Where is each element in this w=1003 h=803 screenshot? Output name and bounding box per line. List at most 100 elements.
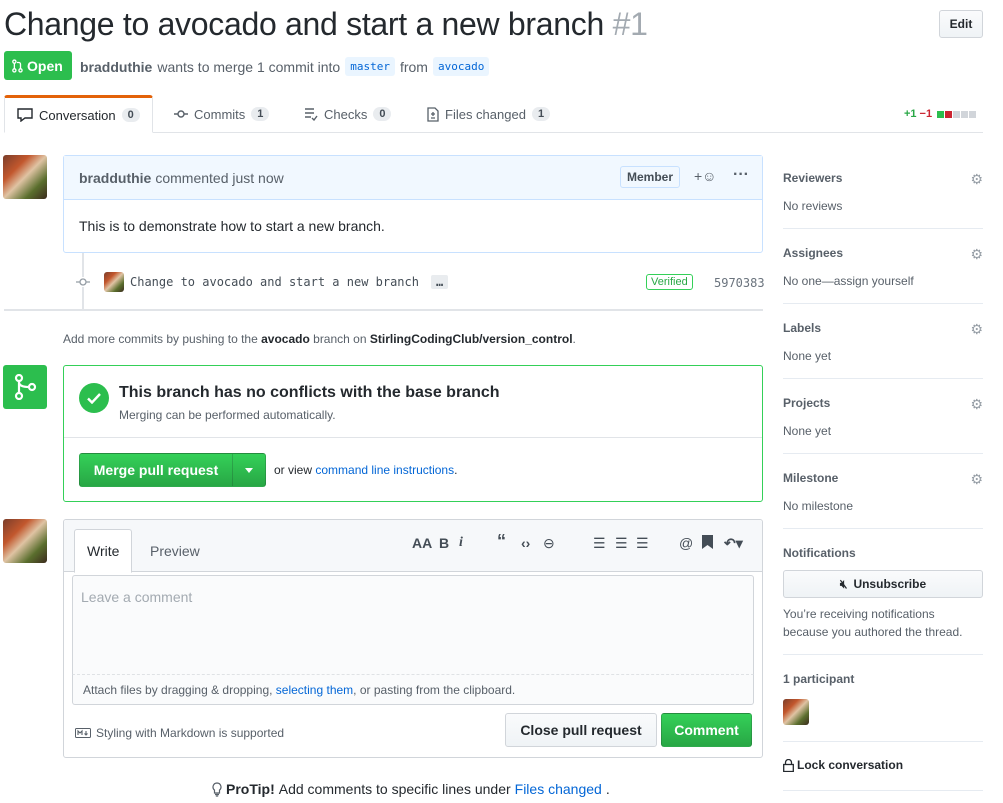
unsubscribe-button[interactable]: 🔇︎ Unsubscribe [783, 570, 983, 598]
sidebar-value: No reviews [783, 199, 843, 213]
base-branch[interactable]: master [345, 57, 395, 76]
files-changed-link[interactable]: Files changed [515, 781, 602, 797]
tab-commits[interactable]: Commits 1 [162, 95, 281, 133]
close-pull-request-button[interactable]: Close pull request [505, 713, 657, 747]
commit-avatar[interactable] [104, 272, 124, 292]
author-link[interactable]: bradduthie [80, 59, 152, 75]
merge-panel: This branch has no conflicts with the ba… [63, 365, 763, 502]
italic-icon[interactable]: i [459, 535, 463, 551]
status-badge: Open [4, 51, 72, 80]
push-note-middle: branch on [313, 332, 367, 346]
sidebar-projects[interactable]: Projects ⚙ None yet [783, 396, 983, 438]
tab-count: 0 [121, 108, 140, 122]
select-files-link[interactable]: selecting them [276, 683, 353, 697]
comment-textarea[interactable]: Leave a comment [72, 575, 754, 675]
gear-icon[interactable]: ⚙ [970, 246, 983, 263]
head-branch[interactable]: avocado [432, 57, 490, 76]
markdown-note[interactable]: Styling with Markdown is supported [75, 726, 284, 740]
comment-button[interactable]: Comment [661, 713, 752, 747]
sidebar-value: No one—assign yourself [783, 274, 914, 288]
light-bulb-icon [212, 781, 222, 797]
sidebar-heading: Projects [783, 396, 831, 410]
quote-icon[interactable]: “ [497, 531, 506, 552]
editor-tabs: Write Preview AA B i “ ‹› ⊖ ☰ ☰ ☰ @ ↶▾ [64, 520, 762, 573]
merge-text: wants to merge 1 commit into [157, 58, 341, 75]
sidebar-participants: 1 participant [783, 672, 983, 686]
gear-icon[interactable]: ⚙ [970, 171, 983, 188]
sidebar-milestone[interactable]: Milestone ⚙ No milestone [783, 471, 983, 513]
verified-badge[interactable]: Verified [646, 274, 693, 290]
attach-prefix: Attach files by dragging & dropping, [83, 683, 273, 697]
commit-sha[interactable]: 5970383 [714, 276, 765, 290]
commit-expand-button[interactable]: … [430, 275, 449, 289]
gear-icon[interactable]: ⚙ [970, 471, 983, 488]
tab-conversation[interactable]: Conversation 0 [4, 95, 153, 133]
sidebar-divider [783, 741, 983, 742]
commit-message[interactable]: Change to avocado and start a new branch [130, 275, 419, 289]
gear-icon[interactable]: ⚙ [970, 396, 983, 413]
comment-body: This is to demonstrate how to start a ne… [79, 218, 385, 234]
code-icon[interactable]: ‹› [521, 535, 530, 551]
bullet-list-icon[interactable]: ☰ [593, 535, 606, 552]
command-line-instructions-link[interactable]: command line instructions [315, 463, 454, 477]
lock-conversation[interactable]: Lock conversation [783, 758, 983, 772]
merge-button-group: Merge pull request [79, 453, 266, 487]
tab-label: Checks [324, 106, 368, 122]
push-note-prefix: Add more commits by pushing to the [63, 332, 258, 346]
diffstat-blocks [937, 110, 977, 118]
sidebar-heading: Assignees [783, 246, 844, 260]
unsubscribe-label: Unsubscribe [853, 577, 927, 591]
bold-icon[interactable]: B [439, 535, 449, 551]
sidebar-heading: Milestone [783, 471, 839, 485]
link-icon[interactable]: ⊖ [543, 535, 555, 552]
tab-count: 1 [531, 107, 551, 121]
reply-icon[interactable]: ↶▾ [724, 535, 743, 552]
sidebar-reviewers[interactable]: Reviewers ⚙ No reviews [783, 171, 983, 213]
sidebar-divider [783, 303, 983, 304]
participant-avatar[interactable] [783, 699, 809, 725]
protip: ProTip! Add comments to specific lines u… [212, 781, 610, 797]
lock-icon [783, 758, 794, 772]
comment-action: commented just now [155, 169, 284, 186]
sidebar-value: None yet [783, 424, 832, 438]
gear-icon[interactable]: ⚙ [970, 321, 983, 338]
sidebar-value: No milestone [783, 499, 854, 513]
diffstat-deletions: −1 [919, 108, 933, 120]
merge-status: This branch has no conflicts with the ba… [64, 366, 762, 438]
tab-checks[interactable]: Checks 0 [292, 95, 403, 133]
avatar[interactable] [3, 155, 47, 199]
comment-author[interactable]: bradduthie [79, 170, 151, 186]
add-reaction-icon[interactable]: +☺ [694, 168, 716, 184]
markdown-icon [75, 728, 91, 738]
diffstat: +1 −1 [904, 108, 977, 120]
pr-title-text: Change to avocado and start a new branch [4, 6, 604, 42]
text-size-icon[interactable]: AA [412, 535, 432, 551]
merge-pull-request-button[interactable]: Merge pull request [80, 454, 233, 486]
sidebar-divider [783, 378, 983, 379]
push-note-suffix: . [572, 332, 576, 346]
attach-suffix: , or pasting from the clipboard. [353, 683, 516, 697]
sidebar-assignees[interactable]: Assignees ⚙ No one—assign yourself [783, 246, 983, 288]
protip-text: Add comments to specific lines under [278, 781, 511, 797]
task-list-icon[interactable]: ☰ [636, 535, 649, 552]
mention-icon[interactable]: @ [679, 535, 693, 551]
merge-alt-text: or view command line instructions. [274, 463, 457, 477]
sidebar-divider [783, 528, 983, 529]
sidebar-divider [783, 453, 983, 454]
tab-preview[interactable]: Preview [138, 529, 212, 573]
comment-icon [17, 108, 33, 122]
pr-number: #1 [612, 6, 648, 42]
sidebar-labels[interactable]: Labels ⚙ None yet [783, 321, 983, 363]
tab-write[interactable]: Write [74, 529, 133, 573]
protip-label: ProTip! [226, 781, 275, 797]
sidebar-notifications: Notifications [783, 546, 983, 560]
numbered-list-icon[interactable]: ☰ [615, 535, 628, 552]
bookmark-icon[interactable] [702, 535, 713, 552]
merge-dropdown-caret-icon[interactable] [233, 454, 265, 486]
kebab-menu-icon[interactable]: ··· [733, 166, 749, 184]
edit-button[interactable]: Edit [939, 10, 983, 38]
attach-files-bar[interactable]: Attach files by dragging & dropping, sel… [72, 675, 754, 705]
merge-title: This branch has no conflicts with the ba… [119, 384, 500, 401]
tab-files-changed[interactable]: Files changed 1 [415, 95, 562, 133]
avatar[interactable] [3, 519, 47, 563]
